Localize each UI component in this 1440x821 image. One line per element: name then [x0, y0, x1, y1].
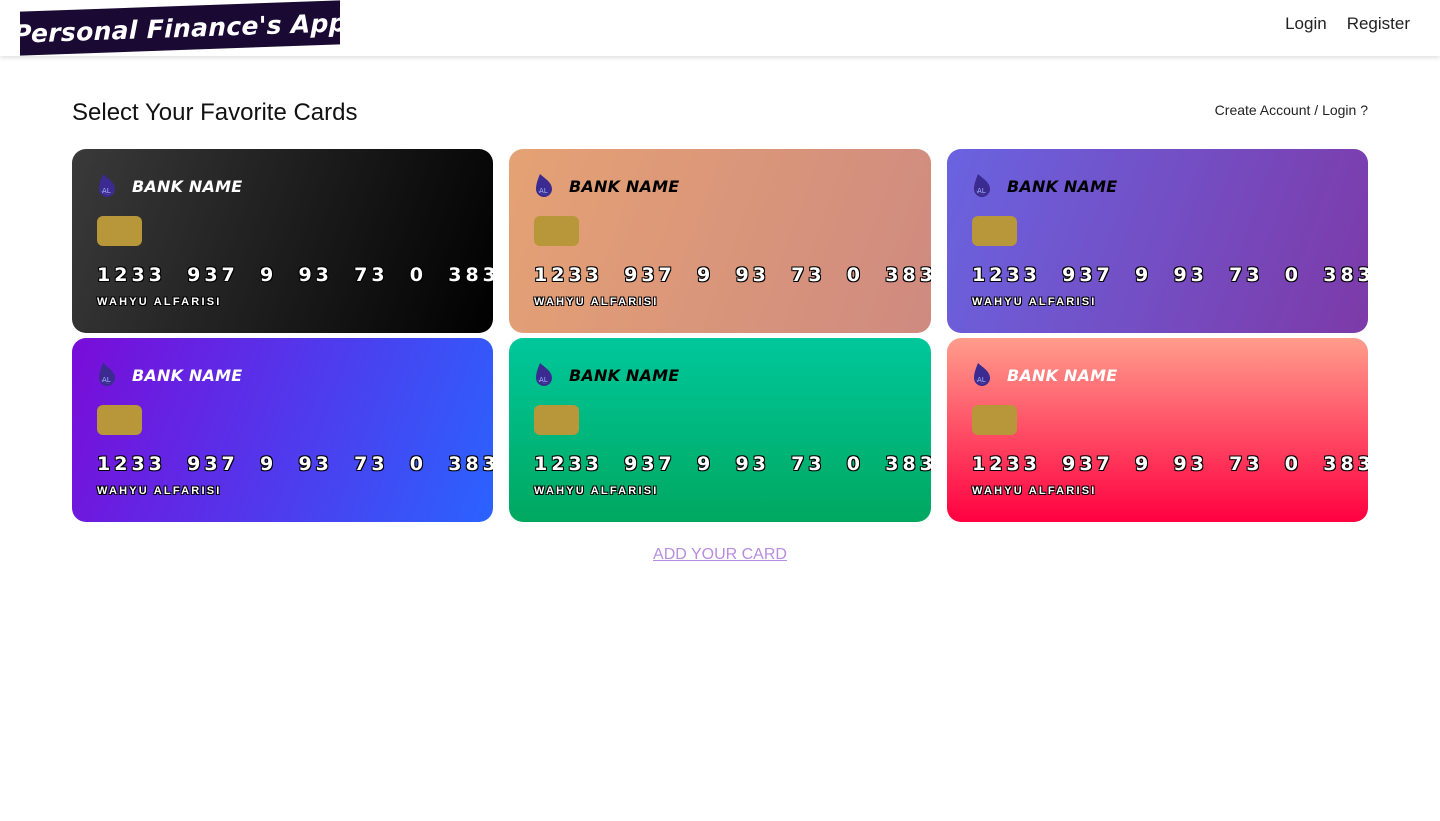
- card-number: 1233 937 9 93 73 0 383: [534, 453, 931, 475]
- card-holder: WAHYU ALFARISI: [534, 296, 659, 308]
- card-3[interactable]: AL BANK NAME 1233 937 9 93 73 0 383 WAHY…: [72, 338, 493, 522]
- svg-text:AL: AL: [977, 187, 986, 195]
- card-2[interactable]: AL BANK NAME 1233 937 9 93 73 0 383 WAHY…: [947, 149, 1368, 333]
- card-number: 1233 937 9 93 73 0 383: [97, 453, 493, 475]
- bank-name: BANK NAME: [569, 366, 680, 385]
- card-4[interactable]: AL BANK NAME 1233 937 9 93 73 0 383 WAHY…: [509, 338, 931, 522]
- card-number: 1233 937 9 93 73 0 383: [97, 264, 493, 286]
- card-1[interactable]: AL BANK NAME 1233 937 9 93 73 0 383 WAHY…: [509, 149, 931, 333]
- card-holder: WAHYU ALFARISI: [97, 296, 222, 308]
- card-0[interactable]: AL BANK NAME 1233 937 9 93 73 0 383 WAHY…: [72, 149, 493, 333]
- add-card-container: ADD YOUR CARD: [0, 546, 1440, 564]
- svg-text:AL: AL: [539, 376, 548, 384]
- bank-name: BANK NAME: [132, 366, 243, 385]
- add-card-link[interactable]: ADD YOUR CARD: [653, 546, 787, 563]
- card-holder: WAHYU ALFARISI: [972, 296, 1097, 308]
- card-chip: [97, 405, 142, 435]
- card-chip: [534, 405, 579, 435]
- card-holder: WAHYU ALFARISI: [972, 485, 1097, 497]
- bank-logo-icon: AL: [97, 361, 119, 387]
- card-chip: [972, 405, 1017, 435]
- page-title: Select Your Favorite Cards: [72, 99, 358, 126]
- svg-text:AL: AL: [539, 187, 548, 195]
- bank-logo-icon: AL: [534, 172, 556, 198]
- brand-logo[interactable]: Personal Finance's App: [13, 0, 347, 56]
- bank-logo-icon: AL: [972, 172, 994, 198]
- card-chip: [97, 216, 142, 246]
- brand-title: Personal Finance's App: [13, 7, 347, 49]
- card-chip: [534, 216, 579, 246]
- bank-logo-icon: AL: [972, 361, 994, 387]
- svg-text:AL: AL: [102, 187, 111, 195]
- bank-logo-icon: AL: [534, 361, 556, 387]
- bank-name: BANK NAME: [132, 177, 243, 196]
- card-chip: [972, 216, 1017, 246]
- bank-name: BANK NAME: [1007, 177, 1118, 196]
- nav-register-link[interactable]: Register: [1347, 14, 1410, 34]
- card-number: 1233 937 9 93 73 0 383: [972, 264, 1368, 286]
- card-number: 1233 937 9 93 73 0 383: [534, 264, 931, 286]
- navbar: Personal Finance's App Login Register: [0, 0, 1440, 56]
- card-holder: WAHYU ALFARISI: [534, 485, 659, 497]
- bank-name: BANK NAME: [1007, 366, 1118, 385]
- card-number: 1233 937 9 93 73 0 383: [972, 453, 1368, 475]
- bank-logo-icon: AL: [97, 172, 119, 198]
- card-5[interactable]: AL BANK NAME 1233 937 9 93 73 0 383 WAHY…: [947, 338, 1368, 522]
- card-holder: WAHYU ALFARISI: [97, 485, 222, 497]
- nav-login-link[interactable]: Login: [1285, 14, 1327, 34]
- nav-links: Login Register: [1285, 14, 1410, 34]
- svg-text:AL: AL: [102, 376, 111, 384]
- bank-name: BANK NAME: [569, 177, 680, 196]
- create-account-login-link[interactable]: Create Account / Login ?: [1215, 102, 1368, 118]
- svg-text:AL: AL: [977, 376, 986, 384]
- cards-grid: AL BANK NAME 1233 937 9 93 73 0 383 WAHY…: [72, 149, 1368, 522]
